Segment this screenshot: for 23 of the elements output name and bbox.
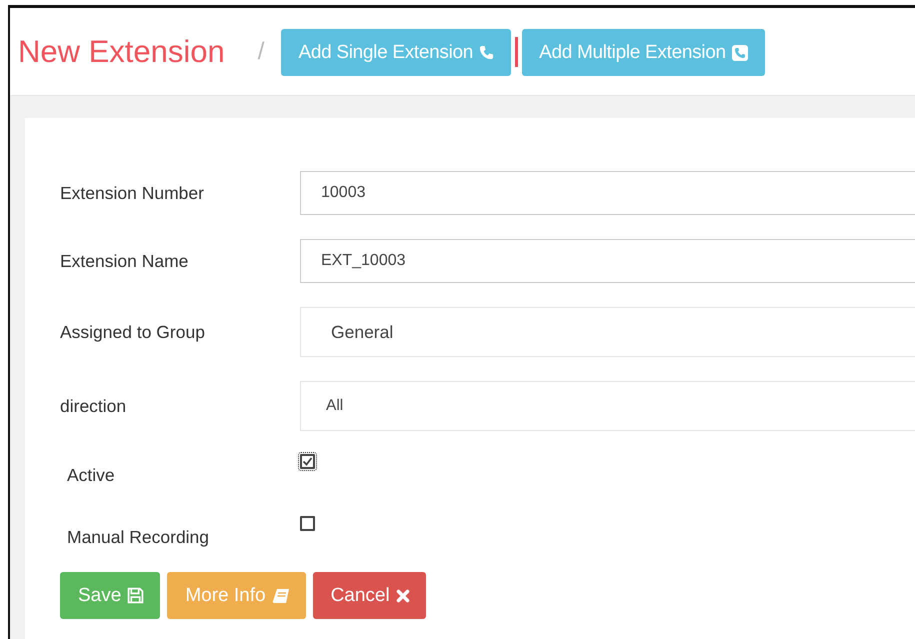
phone-icon bbox=[479, 45, 494, 60]
save-button[interactable]: Save bbox=[60, 572, 160, 619]
checkbox[interactable] bbox=[300, 454, 315, 469]
input-field[interactable]: 10003 bbox=[300, 171, 915, 215]
page-title: New Extension bbox=[18, 34, 225, 70]
dropdown-field[interactable]: General bbox=[300, 307, 915, 357]
dropdown-field[interactable]: All bbox=[300, 381, 915, 431]
tab-button[interactable]: Add Multiple Extension bbox=[522, 29, 765, 76]
field-label: Extension Number bbox=[60, 182, 205, 204]
book-icon bbox=[272, 588, 290, 604]
checkbox[interactable] bbox=[300, 516, 315, 531]
tab-button[interactable]: Add Single Extension bbox=[281, 29, 512, 76]
field-label: Assigned to Group bbox=[60, 322, 206, 342]
breadcrumb-separator: / bbox=[258, 38, 264, 66]
input-field[interactable]: EXT_10003 bbox=[300, 239, 915, 283]
field-label: Active bbox=[66, 464, 116, 486]
field-label: Manual Recording bbox=[66, 526, 210, 548]
phone-icon bbox=[732, 44, 748, 60]
check-icon bbox=[302, 456, 313, 467]
close-icon bbox=[396, 588, 410, 602]
field-label: Extension Name bbox=[60, 250, 190, 272]
cancel-button[interactable]: Cancel bbox=[312, 572, 426, 619]
field-label: direction bbox=[60, 396, 128, 416]
